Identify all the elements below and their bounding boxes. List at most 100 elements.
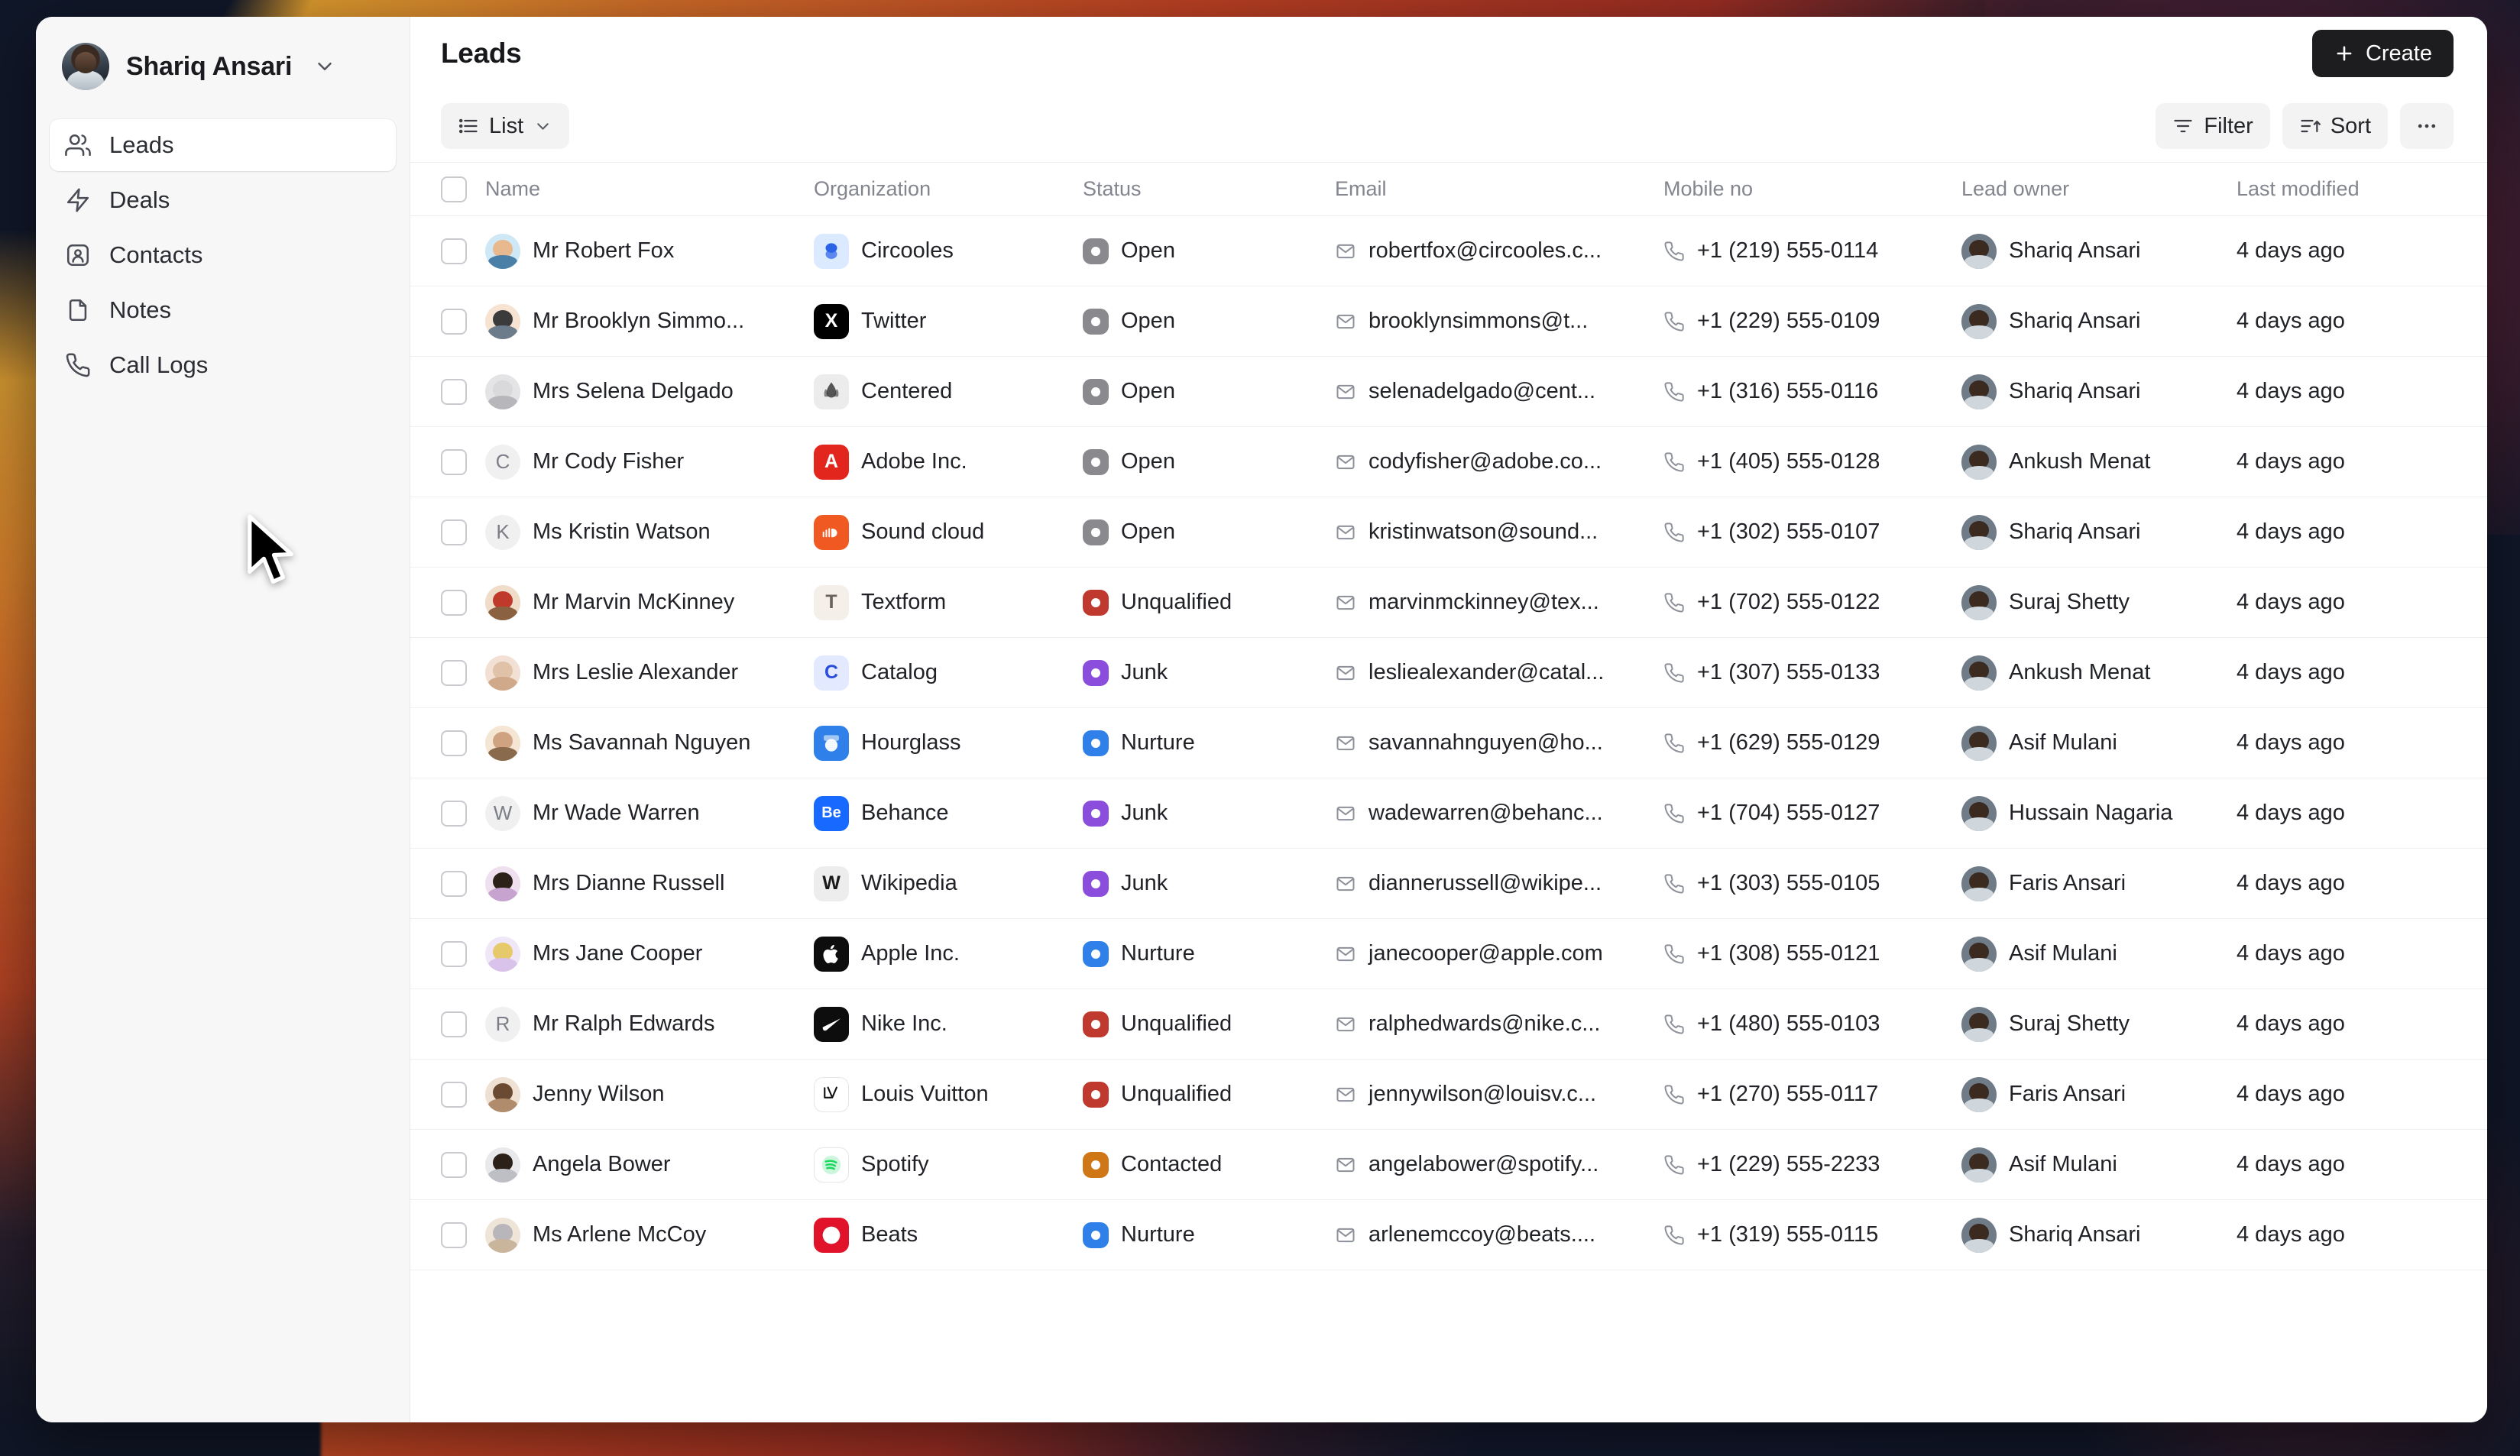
table-row[interactable]: Mr Robert Fox Circooles Open robertfox@circ… bbox=[410, 216, 2487, 286]
row-checkbox[interactable] bbox=[441, 659, 467, 686]
cell-lead-owner[interactable]: Asif Mulani bbox=[1961, 936, 2237, 972]
cell-status[interactable]: Open bbox=[1083, 378, 1335, 405]
sidebar-item-deals[interactable]: Deals bbox=[50, 174, 396, 226]
column-header-mobile-no[interactable]: Mobile no bbox=[1663, 177, 1961, 201]
row-checkbox[interactable] bbox=[441, 940, 467, 967]
cell-email[interactable]: angelabower@spotify... bbox=[1335, 1152, 1663, 1177]
cell-email[interactable]: marvinmckinney@tex... bbox=[1335, 590, 1663, 615]
cell-lead-owner[interactable]: Hussain Nagaria bbox=[1961, 795, 2237, 831]
cell-mobile-no[interactable]: +1 (229) 555-0109 bbox=[1663, 309, 1961, 334]
row-checkbox[interactable] bbox=[441, 238, 467, 264]
cell-mobile-no[interactable]: +1 (229) 555-2233 bbox=[1663, 1152, 1961, 1177]
row-checkbox[interactable] bbox=[441, 730, 467, 756]
table-row[interactable]: K Ms Kristin Watson Sound cloud Open kristin… bbox=[410, 497, 2487, 568]
table-row[interactable]: Mrs Leslie Alexander C Catalog Junk leslieal… bbox=[410, 638, 2487, 708]
cell-name[interactable]: Ms Savannah Nguyen bbox=[485, 725, 814, 761]
row-checkbox[interactable] bbox=[441, 1221, 467, 1248]
cell-organization[interactable]: Beats bbox=[814, 1217, 1083, 1253]
cell-organization[interactable]: Spotify bbox=[814, 1147, 1083, 1183]
cell-email[interactable]: savannahnguyen@ho... bbox=[1335, 730, 1663, 756]
cell-organization[interactable]: Centered bbox=[814, 374, 1083, 409]
cell-email[interactable]: arlenemccoy@beats.... bbox=[1335, 1222, 1663, 1247]
cell-name[interactable]: C Mr Cody Fisher bbox=[485, 444, 814, 480]
cell-mobile-no[interactable]: +1 (270) 555-0117 bbox=[1663, 1082, 1961, 1107]
cell-organization[interactable]: T Textform bbox=[814, 584, 1083, 620]
table-row[interactable]: Mr Brooklyn Simmo... X Twitter Open brooklyn… bbox=[410, 286, 2487, 357]
table-row[interactable]: R Mr Ralph Edwards Nike Inc. Unqualified ral… bbox=[410, 989, 2487, 1060]
cell-mobile-no[interactable]: +1 (629) 555-0129 bbox=[1663, 730, 1961, 756]
cell-email[interactable]: selenadelgado@cent... bbox=[1335, 379, 1663, 404]
cell-mobile-no[interactable]: +1 (219) 555-0114 bbox=[1663, 238, 1961, 264]
cell-status[interactable]: Nurture bbox=[1083, 940, 1335, 967]
more-options-button[interactable] bbox=[2400, 103, 2454, 149]
cell-mobile-no[interactable]: +1 (316) 555-0116 bbox=[1663, 379, 1961, 404]
row-checkbox[interactable] bbox=[441, 308, 467, 335]
sidebar-item-call-logs[interactable]: Call Logs bbox=[50, 339, 396, 391]
cell-name[interactable]: Ms Arlene McCoy bbox=[485, 1217, 814, 1253]
sidebar-item-notes[interactable]: Notes bbox=[50, 284, 396, 336]
cell-status[interactable]: Contacted bbox=[1083, 1151, 1335, 1178]
table-row[interactable]: Ms Arlene McCoy Beats Nurture arlenemccoy@b… bbox=[410, 1200, 2487, 1270]
cell-mobile-no[interactable]: +1 (307) 555-0133 bbox=[1663, 660, 1961, 685]
cell-organization[interactable]: A Adobe Inc. bbox=[814, 444, 1083, 480]
cell-mobile-no[interactable]: +1 (303) 555-0105 bbox=[1663, 871, 1961, 896]
cell-status[interactable]: Unqualified bbox=[1083, 1081, 1335, 1108]
cell-organization[interactable]: Hourglass bbox=[814, 725, 1083, 761]
cell-name[interactable]: Mrs Dianne Russell bbox=[485, 866, 814, 901]
cell-mobile-no[interactable]: +1 (308) 555-0121 bbox=[1663, 941, 1961, 966]
cell-name[interactable]: Mrs Leslie Alexander bbox=[485, 655, 814, 691]
cell-lead-owner[interactable]: Suraj Shetty bbox=[1961, 1006, 2237, 1042]
row-checkbox[interactable] bbox=[441, 1081, 467, 1108]
cell-name[interactable]: Mrs Jane Cooper bbox=[485, 936, 814, 972]
cell-status[interactable]: Junk bbox=[1083, 870, 1335, 897]
table-row[interactable]: C Mr Cody Fisher A Adobe Inc. Open codyfisher… bbox=[410, 427, 2487, 497]
row-checkbox[interactable] bbox=[441, 800, 467, 827]
row-checkbox[interactable] bbox=[441, 1151, 467, 1178]
cell-lead-owner[interactable]: Shariq Ansari bbox=[1961, 303, 2237, 339]
cell-mobile-no[interactable]: +1 (702) 555-0122 bbox=[1663, 590, 1961, 615]
column-header-status[interactable]: Status bbox=[1083, 177, 1335, 201]
cell-lead-owner[interactable]: Faris Ansari bbox=[1961, 1076, 2237, 1112]
cell-lead-owner[interactable]: Asif Mulani bbox=[1961, 725, 2237, 761]
cell-mobile-no[interactable]: +1 (704) 555-0127 bbox=[1663, 801, 1961, 826]
view-selector-button[interactable]: List bbox=[441, 103, 570, 149]
cell-status[interactable]: Open bbox=[1083, 308, 1335, 335]
table-row[interactable]: Ms Savannah Nguyen Hourglass Nurture savann… bbox=[410, 708, 2487, 778]
row-checkbox[interactable] bbox=[441, 448, 467, 475]
cell-status[interactable]: Open bbox=[1083, 448, 1335, 475]
cell-lead-owner[interactable]: Ankush Menat bbox=[1961, 655, 2237, 691]
cell-name[interactable]: Mr Robert Fox bbox=[485, 233, 814, 269]
cell-email[interactable]: wadewarren@behanc... bbox=[1335, 801, 1663, 826]
cell-name[interactable]: Angela Bower bbox=[485, 1147, 814, 1183]
row-checkbox[interactable] bbox=[441, 1011, 467, 1037]
cell-email[interactable]: codyfisher@adobe.co... bbox=[1335, 449, 1663, 474]
cell-mobile-no[interactable]: +1 (302) 555-0107 bbox=[1663, 519, 1961, 545]
cell-name[interactable]: Jenny Wilson bbox=[485, 1076, 814, 1112]
cell-name[interactable]: Mr Marvin McKinney bbox=[485, 584, 814, 620]
cell-lead-owner[interactable]: Suraj Shetty bbox=[1961, 584, 2237, 620]
row-checkbox[interactable] bbox=[441, 378, 467, 405]
cell-lead-owner[interactable]: Ankush Menat bbox=[1961, 444, 2237, 480]
sidebar-item-leads[interactable]: Leads bbox=[50, 119, 396, 171]
cell-name[interactable]: R Mr Ralph Edwards bbox=[485, 1006, 814, 1042]
sort-button[interactable]: Sort bbox=[2282, 103, 2388, 149]
table-row[interactable]: Mrs Dianne Russell W Wikipedia Junk dianneru… bbox=[410, 849, 2487, 919]
column-header-lead-owner[interactable]: Lead owner bbox=[1961, 177, 2237, 201]
row-checkbox[interactable] bbox=[441, 519, 467, 545]
table-row[interactable]: Jenny Wilson Louis Vuitton Unqualified jenn… bbox=[410, 1060, 2487, 1130]
cell-status[interactable]: Open bbox=[1083, 238, 1335, 264]
sidebar-item-contacts[interactable]: Contacts bbox=[50, 229, 396, 281]
cell-organization[interactable]: Circooles bbox=[814, 233, 1083, 269]
cell-status[interactable]: Nurture bbox=[1083, 1221, 1335, 1248]
filter-button[interactable]: Filter bbox=[2156, 103, 2270, 149]
profile-switcher[interactable]: Shariq Ansari bbox=[50, 34, 396, 99]
cell-organization[interactable]: Apple Inc. bbox=[814, 936, 1083, 972]
cell-email[interactable]: lesliealexander@catal... bbox=[1335, 660, 1663, 685]
table-row[interactable]: Mrs Jane Cooper Apple Inc. Nurture janecoop… bbox=[410, 919, 2487, 989]
table-row[interactable]: Mrs Selena Delgado Centered Open selenadelg… bbox=[410, 357, 2487, 427]
cell-email[interactable]: ralphedwards@nike.c... bbox=[1335, 1011, 1663, 1037]
column-header-organization[interactable]: Organization bbox=[814, 177, 1083, 201]
cell-mobile-no[interactable]: +1 (480) 555-0103 bbox=[1663, 1011, 1961, 1037]
cell-email[interactable]: brooklynsimmons@t... bbox=[1335, 309, 1663, 334]
row-checkbox[interactable] bbox=[441, 870, 467, 897]
